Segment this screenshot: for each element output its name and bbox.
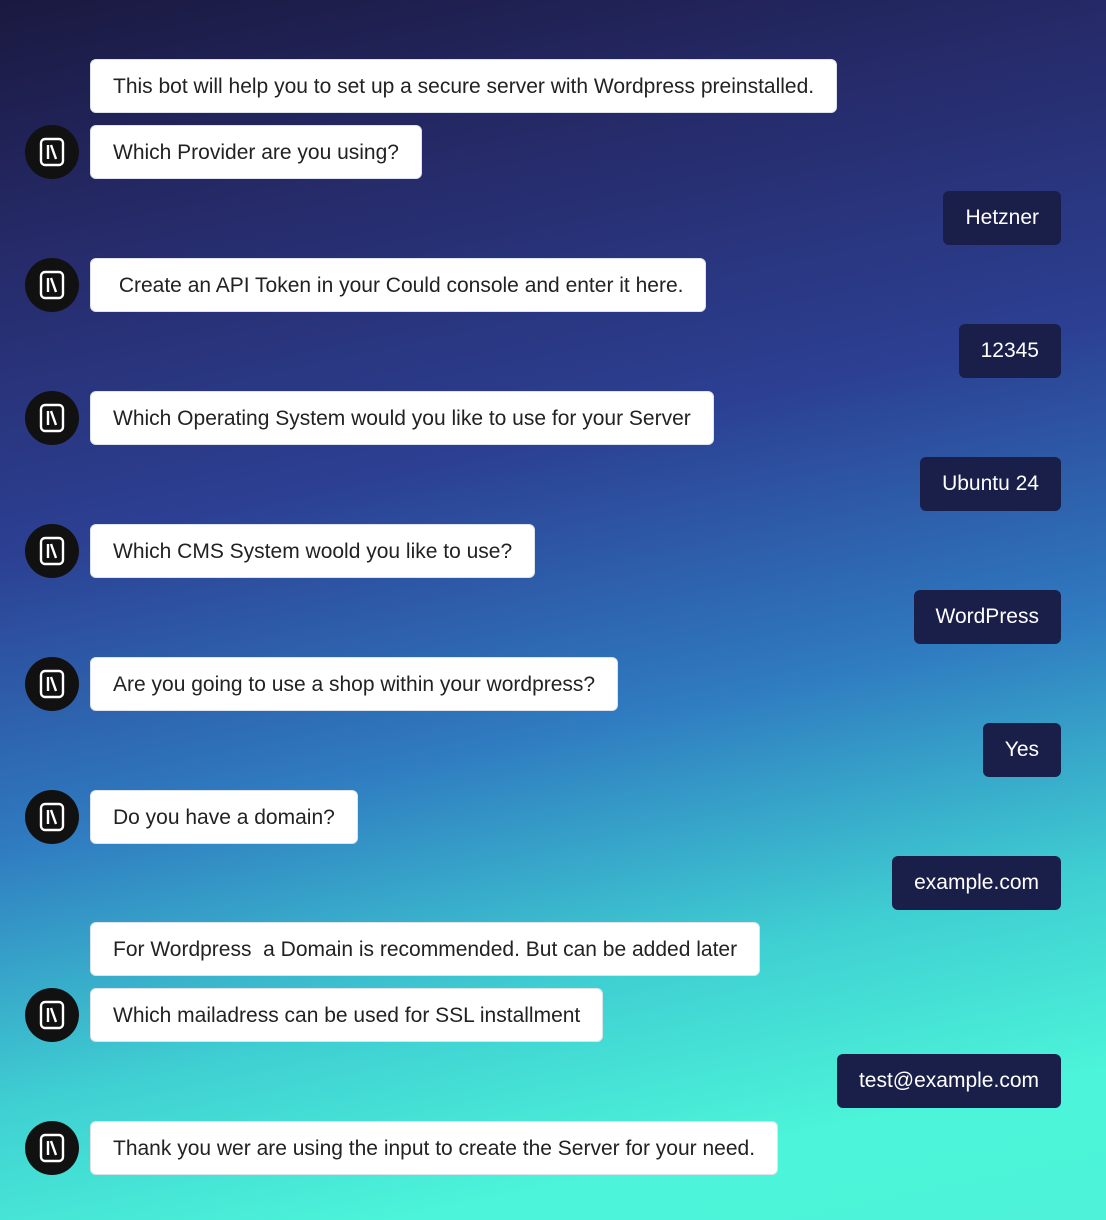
terminal-icon: [39, 1133, 65, 1163]
user-message: WordPress: [913, 590, 1061, 644]
bot-message: Which Operating System would you like to…: [90, 391, 714, 445]
bot-message: Thank you wer are using the input to cre…: [90, 1121, 779, 1175]
bot-avatar: [25, 258, 79, 312]
bot-avatar: [25, 125, 79, 179]
chat-window: This bot will help you to set up a secur…: [0, 0, 1106, 1220]
user-message: Yes: [982, 723, 1061, 777]
user-message-text: Yes: [982, 723, 1061, 777]
bot-message-text: Are you going to use a shop within your …: [90, 657, 619, 711]
terminal-icon: [39, 669, 65, 699]
terminal-icon: [39, 802, 65, 832]
user-message: test@example.com: [836, 1054, 1061, 1108]
bot-avatar: [25, 524, 79, 578]
user-message-text: Ubuntu 24: [920, 457, 1061, 511]
bot-avatar: [25, 657, 79, 711]
bot-message: For Wordpress a Domain is recommended. B…: [90, 922, 761, 976]
bot-avatar: [25, 391, 79, 445]
bot-message-text: Create an API Token in your Could consol…: [90, 258, 707, 312]
bot-message-text: Thank you wer are using the input to cre…: [90, 1121, 779, 1175]
user-message: 12345: [958, 324, 1061, 378]
bot-avatar: [25, 988, 79, 1042]
terminal-icon: [39, 137, 65, 167]
bot-message: Do you have a domain?: [90, 790, 358, 844]
terminal-icon: [39, 403, 65, 433]
user-message-text: Hetzner: [943, 191, 1061, 245]
user-message-text: 12345: [958, 324, 1061, 378]
user-message-text: test@example.com: [836, 1054, 1061, 1108]
bot-message: This bot will help you to set up a secur…: [90, 59, 838, 113]
bot-message-text: Which Operating System would you like to…: [90, 391, 714, 445]
bot-message: Are you going to use a shop within your …: [90, 657, 619, 711]
user-message: example.com: [892, 856, 1061, 910]
bot-message-text: Do you have a domain?: [90, 790, 358, 844]
bot-message-text: Which Provider are you using?: [90, 125, 422, 179]
user-message-text: example.com: [892, 856, 1061, 910]
terminal-icon: [39, 536, 65, 566]
user-message: Hetzner: [943, 191, 1061, 245]
terminal-icon: [39, 1000, 65, 1030]
bot-message-text: Which mailadress can be used for SSL ins…: [90, 988, 604, 1042]
bot-message: Which mailadress can be used for SSL ins…: [90, 988, 604, 1042]
user-message: Ubuntu 24: [920, 457, 1061, 511]
bot-avatar: [25, 790, 79, 844]
bot-message: Which Provider are you using?: [90, 125, 422, 179]
bot-message: Which CMS System woold you like to use?: [90, 524, 536, 578]
bot-message-text: Which CMS System woold you like to use?: [90, 524, 536, 578]
bot-message-text: This bot will help you to set up a secur…: [90, 59, 838, 113]
user-message-text: WordPress: [913, 590, 1061, 644]
bot-message: Create an API Token in your Could consol…: [90, 258, 707, 312]
bot-message-text: For Wordpress a Domain is recommended. B…: [90, 922, 761, 976]
bot-avatar: [25, 1121, 79, 1175]
terminal-icon: [39, 270, 65, 300]
